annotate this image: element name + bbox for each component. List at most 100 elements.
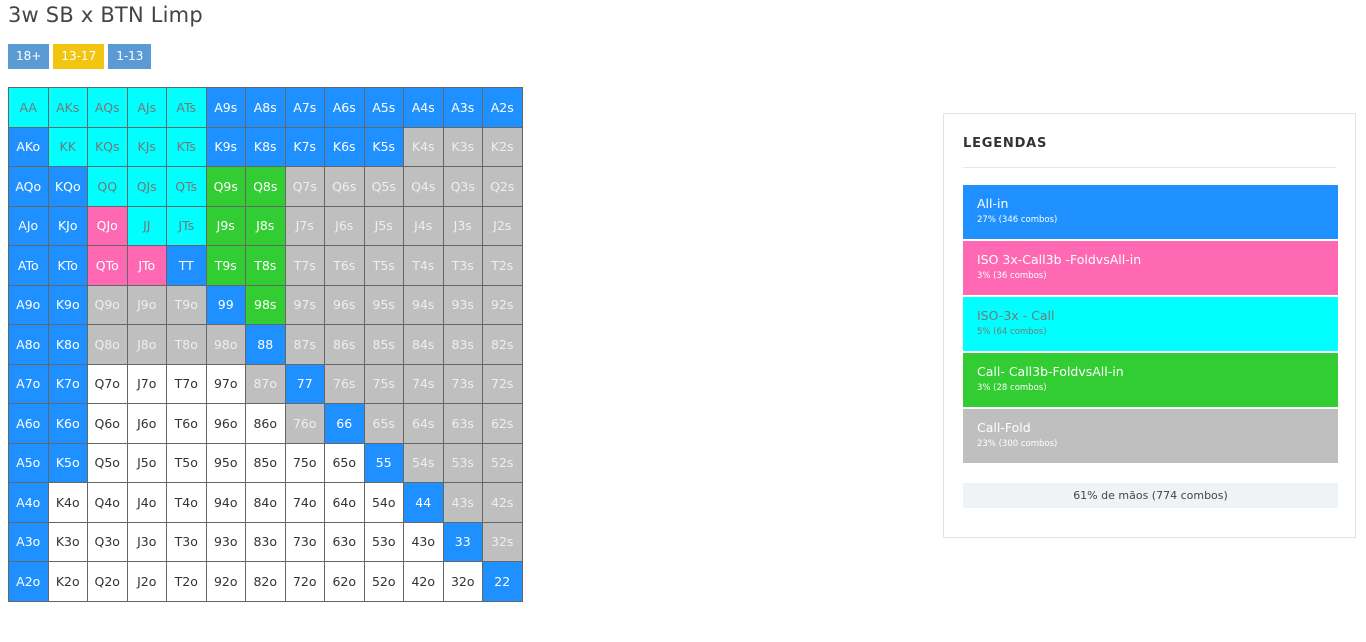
- legend-item-call[interactable]: Call- Call3b-FoldvsAll-in 3% (28 combos): [963, 353, 1338, 407]
- hand-cell-A4s[interactable]: A4s: [403, 87, 444, 128]
- hand-cell-AJs[interactable]: AJs: [126, 87, 167, 128]
- hand-cell-K9s[interactable]: K9s: [205, 126, 246, 167]
- hand-cell-KJs[interactable]: KJs: [126, 126, 167, 167]
- hand-cell-K8s[interactable]: K8s: [245, 126, 286, 167]
- hand-cell-Q8o[interactable]: Q8o: [87, 324, 128, 365]
- hand-cell-92s[interactable]: 92s: [482, 284, 523, 325]
- hand-cell-T4o[interactable]: T4o: [166, 482, 207, 523]
- hand-cell-K3o[interactable]: K3o: [47, 521, 88, 562]
- hand-cell-T2s[interactable]: T2s: [482, 245, 523, 286]
- hand-cell-73o[interactable]: 73o: [284, 521, 325, 562]
- hand-cell-A2s[interactable]: A2s: [482, 87, 523, 128]
- hand-cell-QTs[interactable]: QTs: [166, 166, 207, 207]
- hand-cell-53s[interactable]: 53s: [442, 442, 483, 483]
- hand-cell-84o[interactable]: 84o: [245, 482, 286, 523]
- hand-cell-74o[interactable]: 74o: [284, 482, 325, 523]
- hand-cell-32o[interactable]: 32o: [442, 561, 483, 602]
- hand-cell-65s[interactable]: 65s: [363, 403, 404, 444]
- hand-cell-T6o[interactable]: T6o: [166, 403, 207, 444]
- hand-cell-86o[interactable]: 86o: [245, 403, 286, 444]
- hand-cell-K5o[interactable]: K5o: [47, 442, 88, 483]
- hand-cell-J4s[interactable]: J4s: [403, 205, 444, 246]
- hand-cell-73s[interactable]: 73s: [442, 363, 483, 404]
- hand-cell-98s[interactable]: 98s: [245, 284, 286, 325]
- hand-cell-87s[interactable]: 87s: [284, 324, 325, 365]
- hand-cell-A3s[interactable]: A3s: [442, 87, 483, 128]
- hand-cell-J5o[interactable]: J5o: [126, 442, 167, 483]
- legend-item-iso[interactable]: ISO 3x-Call3b -FoldvsAll-in 3% (36 combos…: [963, 241, 1338, 295]
- hand-cell-77[interactable]: 77: [284, 363, 325, 404]
- hand-cell-Q8s[interactable]: Q8s: [245, 166, 286, 207]
- hand-cell-55[interactable]: 55: [363, 442, 404, 483]
- hand-cell-Q3o[interactable]: Q3o: [87, 521, 128, 562]
- hand-cell-62s[interactable]: 62s: [482, 403, 523, 444]
- legend-item-fold[interactable]: Call-Fold 23% (300 combos): [963, 409, 1338, 463]
- hand-cell-J3o[interactable]: J3o: [126, 521, 167, 562]
- hand-cell-KQs[interactable]: KQs: [87, 126, 128, 167]
- hand-cell-J2o[interactable]: J2o: [126, 561, 167, 602]
- hand-cell-T8o[interactable]: T8o: [166, 324, 207, 365]
- hand-cell-84s[interactable]: 84s: [403, 324, 444, 365]
- hand-cell-J6s[interactable]: J6s: [324, 205, 365, 246]
- hand-cell-A8s[interactable]: A8s: [245, 87, 286, 128]
- hand-cell-AKo[interactable]: AKo: [8, 126, 49, 167]
- hand-cell-44[interactable]: 44: [403, 482, 444, 523]
- hand-cell-J2s[interactable]: J2s: [482, 205, 523, 246]
- hand-cell-63o[interactable]: 63o: [324, 521, 365, 562]
- hand-cell-K2s[interactable]: K2s: [482, 126, 523, 167]
- hand-cell-75s[interactable]: 75s: [363, 363, 404, 404]
- hand-cell-J6o[interactable]: J6o: [126, 403, 167, 444]
- hand-cell-65o[interactable]: 65o: [324, 442, 365, 483]
- hand-cell-K6o[interactable]: K6o: [47, 403, 88, 444]
- hand-cell-J8s[interactable]: J8s: [245, 205, 286, 246]
- hand-cell-AA[interactable]: AA: [8, 87, 49, 128]
- hand-cell-K5s[interactable]: K5s: [363, 126, 404, 167]
- hand-cell-JTo[interactable]: JTo: [126, 245, 167, 286]
- hand-cell-AQs[interactable]: AQs: [87, 87, 128, 128]
- hand-cell-K7o[interactable]: K7o: [47, 363, 88, 404]
- hand-cell-T2o[interactable]: T2o: [166, 561, 207, 602]
- hand-cell-54o[interactable]: 54o: [363, 482, 404, 523]
- legend-item-isocall[interactable]: ISO-3x - Call 5% (64 combos): [963, 297, 1338, 351]
- hand-cell-J7s[interactable]: J7s: [284, 205, 325, 246]
- hand-cell-98o[interactable]: 98o: [205, 324, 246, 365]
- hand-cell-AJo[interactable]: AJo: [8, 205, 49, 246]
- legend-item-allin[interactable]: All-in 27% (346 combos): [963, 185, 1338, 239]
- hand-cell-A2o[interactable]: A2o: [8, 561, 49, 602]
- hand-cell-85o[interactable]: 85o: [245, 442, 286, 483]
- hand-cell-A9o[interactable]: A9o: [8, 284, 49, 325]
- hand-cell-Q7s[interactable]: Q7s: [284, 166, 325, 207]
- hand-cell-64o[interactable]: 64o: [324, 482, 365, 523]
- hand-cell-QQ[interactable]: QQ: [87, 166, 128, 207]
- hand-cell-87o[interactable]: 87o: [245, 363, 286, 404]
- hand-cell-43o[interactable]: 43o: [403, 521, 444, 562]
- hand-cell-97s[interactable]: 97s: [284, 284, 325, 325]
- hand-cell-94o[interactable]: 94o: [205, 482, 246, 523]
- hand-cell-99[interactable]: 99: [205, 284, 246, 325]
- hand-cell-92o[interactable]: 92o: [205, 561, 246, 602]
- hand-cell-64s[interactable]: 64s: [403, 403, 444, 444]
- stack-tab-13-17[interactable]: 13-17: [53, 44, 105, 69]
- hand-cell-82o[interactable]: 82o: [245, 561, 286, 602]
- hand-cell-T6s[interactable]: T6s: [324, 245, 365, 286]
- hand-cell-Q5s[interactable]: Q5s: [363, 166, 404, 207]
- hand-cell-JTs[interactable]: JTs: [166, 205, 207, 246]
- hand-cell-Q9o[interactable]: Q9o: [87, 284, 128, 325]
- hand-cell-T8s[interactable]: T8s: [245, 245, 286, 286]
- hand-cell-83s[interactable]: 83s: [442, 324, 483, 365]
- hand-cell-Q7o[interactable]: Q7o: [87, 363, 128, 404]
- hand-cell-T3s[interactable]: T3s: [442, 245, 483, 286]
- hand-cell-K4o[interactable]: K4o: [47, 482, 88, 523]
- hand-cell-33[interactable]: 33: [442, 521, 483, 562]
- hand-cell-54s[interactable]: 54s: [403, 442, 444, 483]
- hand-cell-T3o[interactable]: T3o: [166, 521, 207, 562]
- hand-cell-J3s[interactable]: J3s: [442, 205, 483, 246]
- hand-cell-Q2s[interactable]: Q2s: [482, 166, 523, 207]
- hand-cell-J9s[interactable]: J9s: [205, 205, 246, 246]
- hand-cell-83o[interactable]: 83o: [245, 521, 286, 562]
- hand-cell-T7s[interactable]: T7s: [284, 245, 325, 286]
- hand-cell-94s[interactable]: 94s: [403, 284, 444, 325]
- hand-cell-97o[interactable]: 97o: [205, 363, 246, 404]
- hand-cell-K3s[interactable]: K3s: [442, 126, 483, 167]
- hand-cell-A8o[interactable]: A8o: [8, 324, 49, 365]
